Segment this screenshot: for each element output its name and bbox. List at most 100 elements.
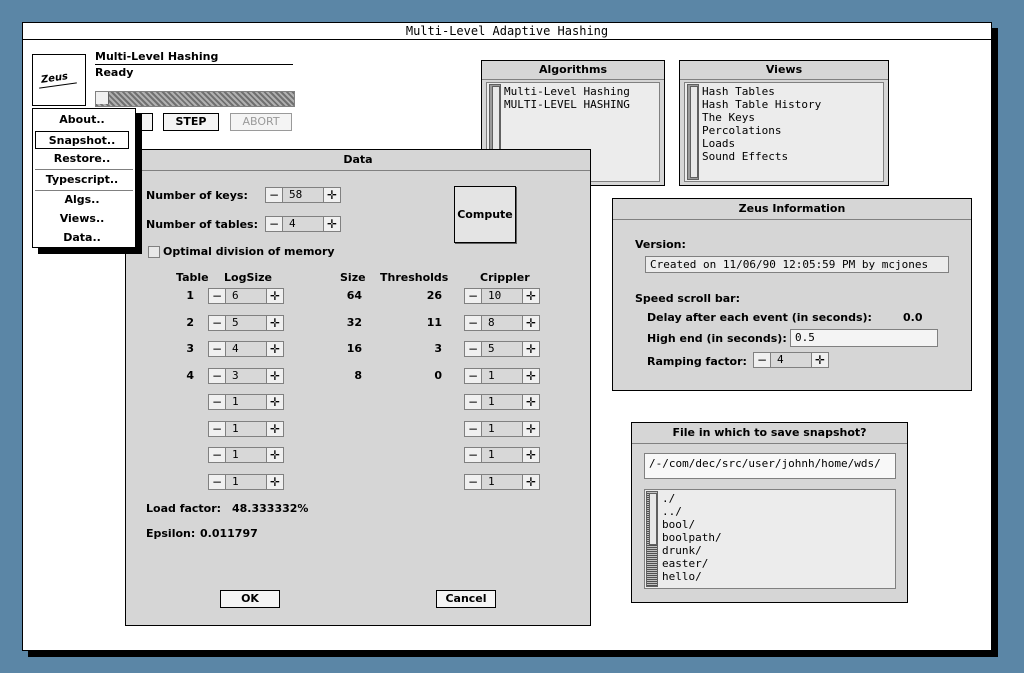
value-stepper[interactable]: −5 ✛ (464, 341, 540, 357)
algorithm-item[interactable]: Multi-Level Hashing (504, 85, 630, 98)
optimal-checkbox[interactable] (148, 246, 160, 258)
tables-stepper[interactable]: − 4 ✛ (265, 216, 341, 232)
minus-icon[interactable]: − (464, 367, 482, 384)
plus-icon[interactable]: ✛ (323, 216, 341, 232)
minus-icon[interactable]: − (208, 341, 226, 357)
row-size: 64 (346, 289, 362, 302)
file-item[interactable]: ../ (662, 505, 682, 518)
step-button[interactable]: STEP (163, 113, 219, 131)
epsilon-label: Epsilon: (146, 527, 196, 540)
value-stepper[interactable]: −5 ✛ (208, 314, 284, 331)
value-stepper[interactable]: −3 ✛ (208, 367, 284, 384)
value-stepper[interactable]: −1 ✛ (208, 420, 284, 437)
minus-icon[interactable]: − (464, 394, 482, 410)
plus-icon[interactable]: ✛ (266, 367, 284, 384)
value-stepper[interactable]: −1 ✛ (208, 473, 284, 490)
value-stepper[interactable]: −1 ✛ (464, 473, 540, 490)
minus-icon[interactable]: − (753, 352, 771, 368)
minus-icon[interactable]: − (464, 420, 482, 437)
minus-icon[interactable]: − (208, 288, 226, 304)
views-scroll-thumb[interactable] (690, 86, 698, 178)
keys-stepper[interactable]: − 58 ✛ (265, 187, 341, 203)
speed-scroll-thumb[interactable] (96, 92, 109, 104)
speed-scroll-bar[interactable] (95, 91, 295, 107)
table-row: −1 ✛ −1 ✛ (126, 473, 586, 490)
plus-icon[interactable]: ✛ (266, 314, 284, 331)
value-stepper[interactable]: −6 ✛ (208, 288, 284, 304)
snapshot-path-input[interactable]: /-/com/dec/src/user/johnh/home/wds/ (644, 453, 896, 479)
plus-icon[interactable]: ✛ (522, 473, 540, 490)
minus-icon[interactable]: − (464, 473, 482, 490)
plus-icon[interactable]: ✛ (522, 420, 540, 437)
file-item[interactable]: boolpath/ (662, 531, 722, 544)
minus-icon[interactable]: − (208, 473, 226, 490)
plus-icon[interactable]: ✛ (266, 420, 284, 437)
plus-icon[interactable]: ✛ (266, 394, 284, 410)
go-button[interactable]: GO (133, 113, 153, 131)
value-stepper[interactable]: −1 ✛ (464, 420, 540, 437)
value-stepper[interactable]: −1 ✛ (208, 394, 284, 410)
plus-icon[interactable]: ✛ (522, 341, 540, 357)
minus-icon[interactable]: − (464, 341, 482, 357)
compute-button[interactable]: Compute (454, 186, 516, 243)
view-item[interactable]: Hash Tables (702, 85, 775, 98)
ramp-stepper[interactable]: − 4 ✛ (753, 352, 829, 368)
plus-icon[interactable]: ✛ (266, 341, 284, 357)
menu-item[interactable]: Data.. (35, 229, 129, 247)
stepper-value: 10 (482, 288, 522, 304)
view-item[interactable]: The Keys (702, 111, 755, 124)
file-item[interactable]: easter/ (662, 557, 708, 570)
view-item[interactable]: Sound Effects (702, 150, 788, 163)
value-stepper[interactable]: −1 ✛ (464, 394, 540, 410)
plus-icon[interactable]: ✛ (323, 187, 341, 203)
abort-button[interactable]: ABORT (230, 113, 292, 131)
minus-icon[interactable]: − (208, 420, 226, 437)
minus-icon[interactable]: − (464, 447, 482, 463)
plus-icon[interactable]: ✛ (811, 352, 829, 368)
row-table: 4 (186, 368, 194, 382)
value-stepper[interactable]: −1 ✛ (464, 367, 540, 384)
file-item[interactable]: hello/ (662, 570, 702, 583)
highend-field[interactable]: 0.5 (790, 329, 938, 347)
plus-icon[interactable]: ✛ (522, 447, 540, 463)
value-stepper[interactable]: −1 ✛ (208, 447, 284, 463)
plus-icon[interactable]: ✛ (266, 288, 284, 304)
minus-icon[interactable]: − (265, 187, 283, 203)
plus-icon[interactable]: ✛ (522, 367, 540, 384)
view-item[interactable]: Percolations (702, 124, 781, 137)
menu-item[interactable]: About.. (35, 111, 129, 129)
plus-icon[interactable]: ✛ (266, 447, 284, 463)
view-item[interactable]: Loads (702, 137, 735, 150)
minus-icon[interactable]: − (464, 288, 482, 304)
value-stepper[interactable]: −4 ✛ (208, 341, 284, 357)
views-scrollbar[interactable] (687, 84, 699, 180)
minus-icon[interactable]: − (208, 394, 226, 410)
minus-icon[interactable]: − (265, 216, 283, 232)
file-item[interactable]: bool/ (662, 518, 695, 531)
snapshot-scroll-thumb[interactable] (649, 493, 657, 545)
plus-icon[interactable]: ✛ (522, 314, 540, 331)
menu-item[interactable]: Typescript.. (35, 171, 129, 189)
plus-icon[interactable]: ✛ (522, 394, 540, 410)
minus-icon[interactable]: − (208, 367, 226, 384)
minus-icon[interactable]: − (208, 314, 226, 331)
plus-icon[interactable]: ✛ (266, 473, 284, 490)
cancel-button[interactable]: Cancel (436, 590, 496, 608)
menu-item[interactable]: Algs.. (35, 191, 129, 209)
menu-item[interactable]: Snapshot.. (35, 131, 129, 149)
view-item[interactable]: Hash Table History (702, 98, 821, 111)
algorithm-item[interactable]: MULTI-LEVEL HASHING (504, 98, 630, 111)
file-item[interactable]: drunk/ (662, 544, 702, 557)
value-stepper[interactable]: −10 ✛ (464, 288, 540, 304)
ok-button[interactable]: OK (220, 590, 280, 608)
file-item[interactable]: ./ (662, 492, 675, 505)
snapshot-scrollbar[interactable] (646, 491, 658, 587)
minus-icon[interactable]: − (208, 447, 226, 463)
menu-item[interactable]: Restore.. (35, 150, 129, 168)
value-stepper[interactable]: −1 ✛ (464, 447, 540, 463)
menu-item[interactable]: Views.. (35, 210, 129, 228)
views-list: Hash Tables Hash Table History The Keys Per… (684, 82, 884, 182)
value-stepper[interactable]: −8 ✛ (464, 314, 540, 331)
minus-icon[interactable]: − (464, 314, 482, 331)
plus-icon[interactable]: ✛ (522, 288, 540, 304)
